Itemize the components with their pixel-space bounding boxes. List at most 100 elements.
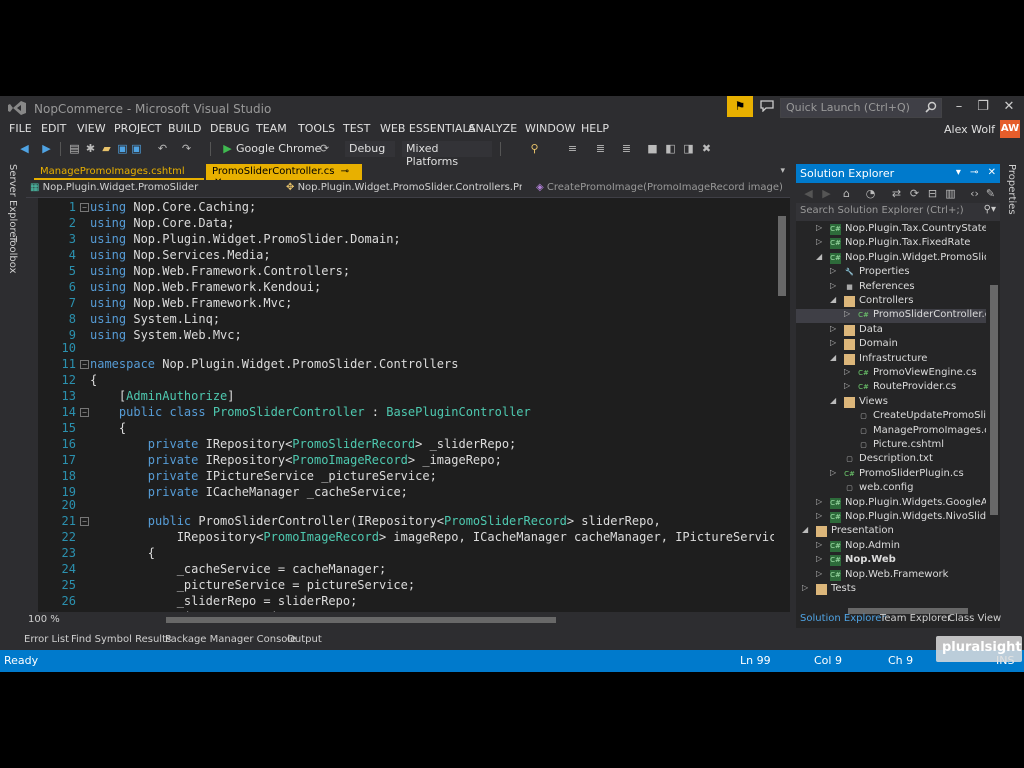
notifications-flag-button[interactable]: ⚑ xyxy=(727,96,753,117)
tree-item[interactable]: ▢ Description.txt xyxy=(796,453,986,467)
collapse-toggle-icon[interactable]: − xyxy=(80,360,89,369)
tree-item[interactable]: ▷ C# Nop.Plugin.Tax.FixedRate xyxy=(796,237,986,251)
collapsed-arrow-icon[interactable]: ▷ xyxy=(830,324,836,333)
expanded-arrow-icon[interactable]: ◢ xyxy=(830,353,836,362)
forward-icon[interactable]: ▶ xyxy=(40,142,53,155)
tree-item[interactable]: ▷ C# PromoSliderController.cs xyxy=(796,309,986,324)
tree-item[interactable]: ▷ C# Nop.Web xyxy=(796,554,986,568)
tree-item[interactable]: ▷ C# PromoSliderPlugin.cs xyxy=(796,468,986,482)
collapse-toggle-icon[interactable]: − xyxy=(80,517,89,526)
tree-item[interactable]: ◢ Presentation xyxy=(796,525,986,539)
tree-item[interactable]: ▷ Domain xyxy=(796,338,986,352)
menu-tools[interactable]: TOOLS xyxy=(298,122,335,135)
refresh-icon[interactable]: ⟳ xyxy=(318,142,331,155)
project-dropdown[interactable]: ▦ Nop.Plugin.Widget.PromoSlider xyxy=(30,182,280,196)
restore-button[interactable]: ❐ xyxy=(974,99,992,115)
editor-vertical-scrollbar[interactable] xyxy=(774,198,790,612)
collapsed-arrow-icon[interactable]: ▷ xyxy=(830,338,836,347)
show-all-files-icon[interactable]: ▥ xyxy=(944,187,957,200)
close-button[interactable]: ✕ xyxy=(1000,99,1018,115)
tree-item[interactable]: ▷ Tests xyxy=(796,583,986,597)
tab-find-symbol-results[interactable]: Find Symbol Results xyxy=(71,634,171,645)
tree-item[interactable]: ▢ web.config xyxy=(796,482,986,496)
tree-item[interactable]: ▷ C# PromoViewEngine.cs xyxy=(796,367,986,381)
align-icon[interactable]: ≡ xyxy=(566,142,579,155)
properties-tab[interactable]: Properties xyxy=(1006,164,1017,215)
refresh-icon[interactable]: ⟳ xyxy=(908,187,921,200)
class-dropdown[interactable]: ✥ Nop.Plugin.Widget.PromoSlider.Controll… xyxy=(286,182,522,196)
code-editor[interactable]: 1 2 3 4 5 6 7 8 9 10 11 12 13 14 15 16 17 18 19 20 21 22 23 24 2… xyxy=(38,198,790,612)
collapsed-arrow-icon[interactable]: ▷ xyxy=(816,223,822,232)
expanded-arrow-icon[interactable]: ◢ xyxy=(816,252,822,261)
collapse-all-icon[interactable]: ⊟ xyxy=(926,187,939,200)
tree-scroll-thumb[interactable] xyxy=(990,285,998,515)
collapsed-arrow-icon[interactable]: ▷ xyxy=(816,511,822,520)
platform-select[interactable]: Mixed Platforms xyxy=(402,141,492,168)
tree-item[interactable]: ◢ Infrastructure xyxy=(796,353,986,367)
uncomment-icon[interactable]: ≣ xyxy=(620,142,633,155)
tab-promo-slider-controller[interactable]: PromoSliderController.cs ⊸ ✕ xyxy=(206,164,362,188)
tree-item[interactable]: ▢ CreateUpdatePromoSlide xyxy=(796,410,986,424)
collapsed-arrow-icon[interactable]: ▷ xyxy=(844,381,850,390)
bookmark-icon[interactable]: ■ xyxy=(646,142,659,155)
pin-icon[interactable]: ⊸ xyxy=(970,167,978,178)
menu-help[interactable]: HELP xyxy=(581,122,609,135)
tree-item[interactable]: ▷ C# RouteProvider.cs xyxy=(796,381,986,395)
scroll-thumb[interactable] xyxy=(778,216,786,296)
collapsed-arrow-icon[interactable]: ▷ xyxy=(802,583,808,592)
redo-icon[interactable]: ↷ xyxy=(180,142,193,155)
view-code-icon[interactable]: ‹› xyxy=(968,187,981,200)
solution-config-icon[interactable]: ▤ xyxy=(68,142,81,155)
tree-item[interactable]: ◢ Controllers xyxy=(796,295,986,309)
user-name[interactable]: Alex Wolf xyxy=(944,123,995,136)
menu-file[interactable]: FILE xyxy=(9,122,32,135)
forward-icon[interactable]: ▶ xyxy=(820,187,833,200)
menu-web-essentials[interactable]: WEB ESSENTIALS xyxy=(380,122,476,135)
menu-team[interactable]: TEAM xyxy=(256,122,287,135)
tree-item[interactable]: ▷ C# Nop.Web.Framework xyxy=(796,569,986,583)
save-icon[interactable]: ▣ xyxy=(116,142,129,155)
browser-select[interactable]: Google Chrome xyxy=(232,141,325,157)
tree-item[interactable]: ▷ C# Nop.Plugin.Tax.CountryStateZip xyxy=(796,223,986,237)
back-icon[interactable]: ◀ xyxy=(18,142,31,155)
sync-icon[interactable]: ⇄ xyxy=(890,187,903,200)
back-icon[interactable]: ◀ xyxy=(802,187,815,200)
collapsed-arrow-icon[interactable]: ▷ xyxy=(816,237,822,246)
expanded-arrow-icon[interactable]: ◢ xyxy=(802,525,808,534)
tree-item[interactable]: ▷ C# Nop.Admin xyxy=(796,540,986,554)
collapsed-arrow-icon[interactable]: ▷ xyxy=(844,367,850,376)
collapsed-arrow-icon[interactable]: ▷ xyxy=(830,281,836,290)
tree-item[interactable]: ▷ Data xyxy=(796,324,986,338)
tab-error-list[interactable]: Error List xyxy=(24,634,69,645)
history-icon[interactable]: ◔ xyxy=(864,187,877,200)
menu-build[interactable]: BUILD xyxy=(168,122,201,135)
tree-item[interactable]: ◢ C# Nop.Plugin.Widget.PromoSlider xyxy=(796,252,986,266)
menu-view[interactable]: VIEW xyxy=(77,122,106,135)
prev-bookmark-icon[interactable]: ◧ xyxy=(664,142,677,155)
minimize-button[interactable]: – xyxy=(950,99,968,115)
collapsed-arrow-icon[interactable]: ▷ xyxy=(844,309,850,318)
tab-solution-explorer[interactable]: Solution Explorer xyxy=(800,613,886,624)
menu-window[interactable]: WINDOW xyxy=(525,122,575,135)
tree-item[interactable]: ▷ 🔧 Properties xyxy=(796,266,986,280)
tab-team-explorer[interactable]: Team Explorer xyxy=(880,613,951,624)
collapse-toggle-icon[interactable]: − xyxy=(80,203,89,212)
new-project-icon[interactable]: ✱ xyxy=(84,142,97,155)
tab-output[interactable]: Output xyxy=(287,634,322,645)
toolbox-tab[interactable]: Toolbox xyxy=(7,236,18,274)
tree-item[interactable]: ▷ C# Nop.Plugin.Widgets.NivoSlider xyxy=(796,511,986,525)
pin-icon[interactable]: ⊸ xyxy=(341,166,349,177)
properties-wrench-icon[interactable]: ✎ xyxy=(984,187,997,200)
menu-edit[interactable]: EDIT xyxy=(41,122,66,135)
avatar[interactable]: AW xyxy=(1000,120,1020,138)
menu-debug[interactable]: DEBUG xyxy=(210,122,250,135)
collapsed-arrow-icon[interactable]: ▷ xyxy=(816,540,822,549)
undo-icon[interactable]: ↶ xyxy=(156,142,169,155)
quick-launch-input[interactable]: Quick Launch (Ctrl+Q) xyxy=(780,98,942,118)
expanded-arrow-icon[interactable]: ◢ xyxy=(830,396,836,405)
zoom-level-select[interactable]: 100 % xyxy=(28,614,60,625)
open-folder-icon[interactable]: ▰ xyxy=(100,142,113,155)
menu-test[interactable]: TEST xyxy=(343,122,370,135)
server-explorer-tab[interactable]: Server Explorer xyxy=(7,164,18,242)
collapse-toggle-icon[interactable]: − xyxy=(80,408,89,417)
